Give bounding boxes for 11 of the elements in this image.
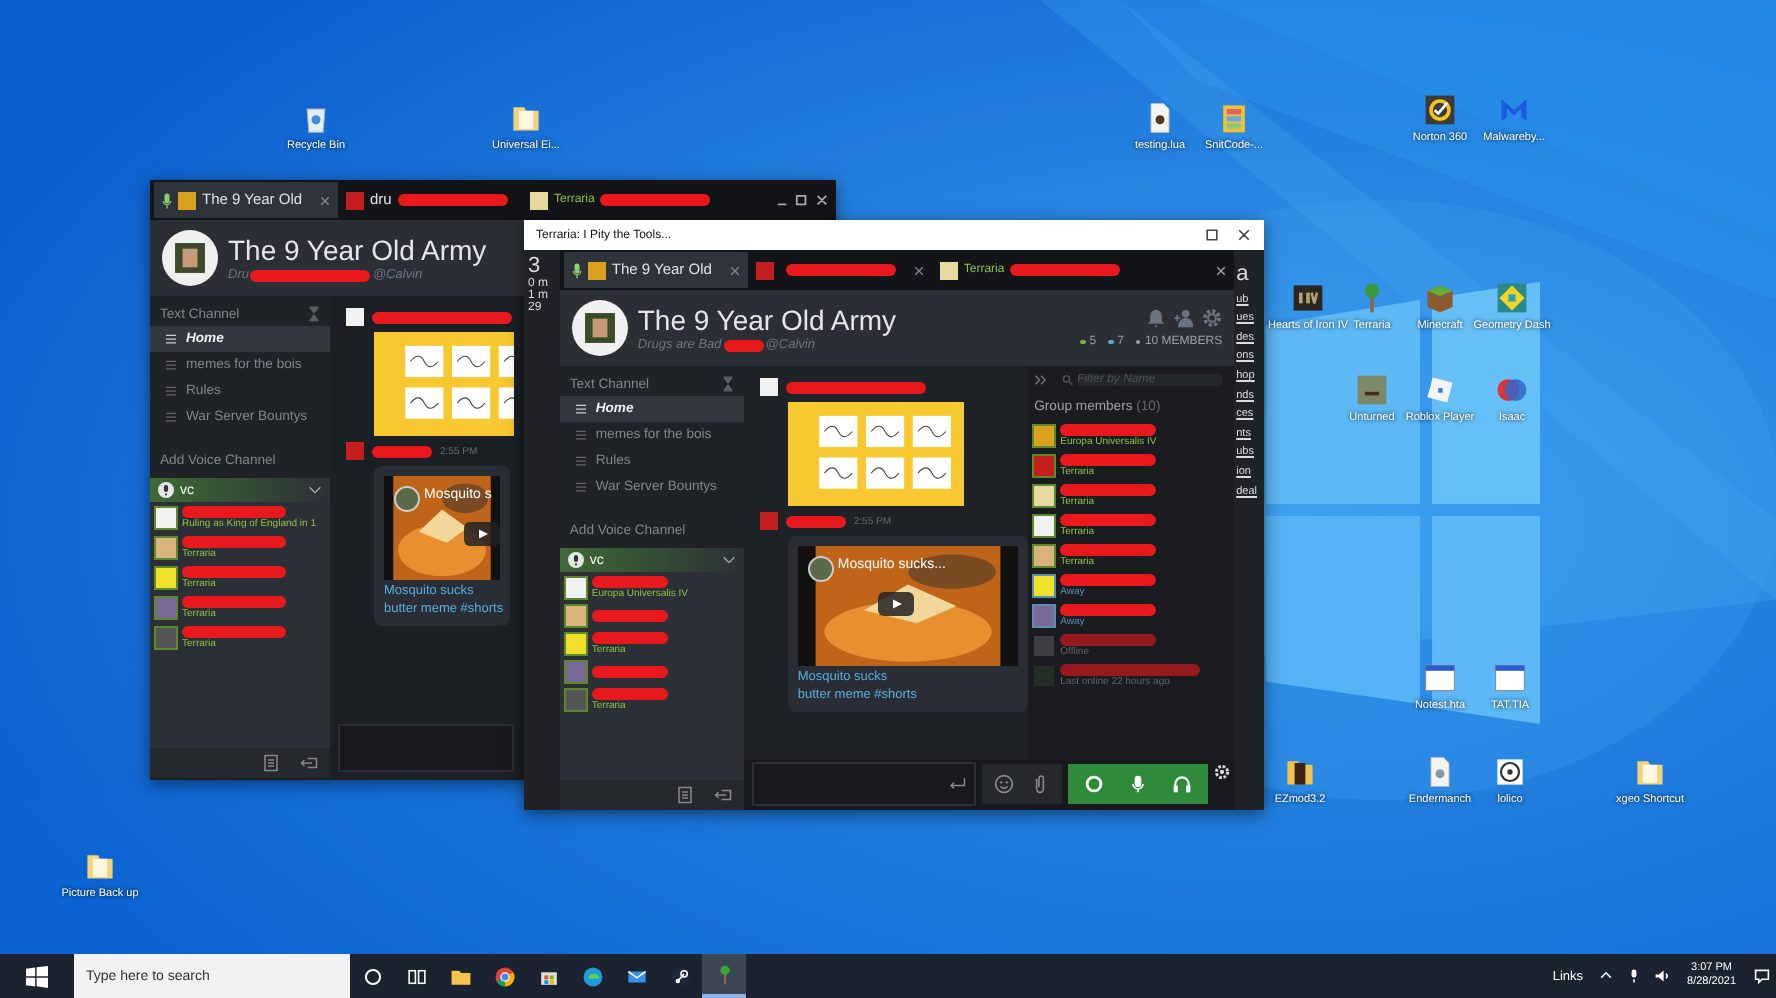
edge-icon bbox=[581, 965, 603, 987]
folder-icon bbox=[449, 965, 471, 987]
steam-icon bbox=[669, 965, 691, 987]
chrome-icon bbox=[493, 965, 515, 987]
circle-icon bbox=[361, 965, 383, 987]
task-view-icon bbox=[405, 965, 427, 987]
speaker-icon[interactable] bbox=[1653, 968, 1670, 984]
windows-logo-icon[interactable] bbox=[26, 965, 48, 987]
notification-icon[interactable] bbox=[1754, 968, 1770, 984]
mail-icon bbox=[625, 965, 647, 987]
chevron-icon[interactable] bbox=[1597, 968, 1614, 984]
